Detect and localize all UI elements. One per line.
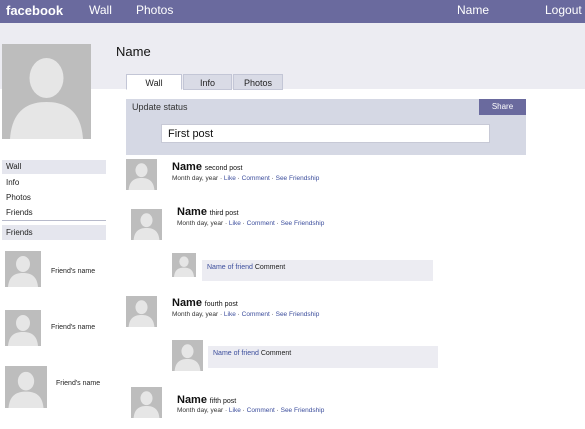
post-author-name[interactable]: Name [172,297,202,309]
friend-name-link[interactable]: Friend's name [56,380,100,387]
post-meta: Month day, year · Like · Comment · See F… [172,311,320,318]
post-meta: Month day, year · Like · Comment · See F… [172,175,320,182]
comment-text: Name of friend Comment [207,264,285,271]
post-author-avatar[interactable] [131,387,162,418]
nav-photos-link[interactable]: Photos [136,3,173,17]
post-title: second post [204,165,243,172]
friend-name-link[interactable]: Friend's name [51,324,95,331]
post-heading: Name third post [177,206,239,218]
share-button[interactable]: Share [479,99,526,115]
person-silhouette-icon [2,44,91,139]
commenter-name-link[interactable]: Name of friend [213,350,259,357]
post-author-avatar[interactable] [126,296,157,327]
post-author-avatar[interactable] [131,209,162,240]
person-silhouette-icon [172,253,196,277]
like-link[interactable]: Like [224,311,236,318]
tab-wall[interactable]: Wall [126,74,182,90]
post-author-name[interactable]: Name [172,161,202,173]
post-title: third post [209,210,239,217]
comment-body: Comment [254,264,286,271]
sidebar-item-info[interactable]: Info [2,176,106,190]
see-friendship-link[interactable]: See Friendship [276,311,320,318]
profile-photo[interactable] [2,44,91,139]
comment-link[interactable]: Comment [247,407,275,414]
person-silhouette-icon [126,159,157,190]
commenter-name-link[interactable]: Name of friend [207,264,253,271]
post-date: Month day, year [172,175,219,182]
friend-avatar[interactable] [5,251,41,287]
see-friendship-link[interactable]: See Friendship [281,220,325,227]
post-meta: Month day, year · Like · Comment · See F… [177,220,325,227]
like-link[interactable]: Like [224,175,236,182]
post-title: fourth post [204,301,238,308]
see-friendship-link[interactable]: See Friendship [276,175,320,182]
comment-link[interactable]: Comment [247,220,275,227]
person-silhouette-icon [131,387,162,418]
profile-name: Name [116,44,151,59]
sidebar-item-friends[interactable]: Friends [2,206,106,220]
post-author-name[interactable]: Name [177,206,207,218]
person-silhouette-icon [172,340,203,371]
sidebar-divider [2,220,106,221]
like-link[interactable]: Like [229,407,241,414]
friend-name-link[interactable]: Friend's name [51,268,95,275]
friend-avatar[interactable] [5,366,47,408]
comment-body: Comment [260,350,292,357]
person-silhouette-icon [126,296,157,327]
comment-link[interactable]: Comment [242,311,270,318]
friends-section-header: Friends [2,225,106,240]
person-silhouette-icon [131,209,162,240]
post-heading: Name fourth post [172,297,238,309]
status-input[interactable] [161,124,490,143]
commenter-avatar[interactable] [172,340,203,371]
post-date: Month day, year [177,220,224,227]
sidebar-item-wall[interactable]: Wall [2,160,106,174]
nav-profile-name-link[interactable]: Name [457,3,489,17]
status-label: Update status [132,102,188,112]
like-link[interactable]: Like [229,220,241,227]
post-author-avatar[interactable] [126,159,157,190]
sidebar-item-photos[interactable]: Photos [2,191,106,205]
facebook-logo[interactable]: facebook [6,3,63,18]
commenter-avatar[interactable] [172,253,196,277]
post-title: fifth post [209,398,237,405]
logout-link[interactable]: Logout [545,3,582,17]
person-silhouette-icon [5,310,41,346]
nav-wall-link[interactable]: Wall [89,3,112,17]
friend-avatar[interactable] [5,310,41,346]
comment-text: Name of friend Comment [213,350,291,357]
comment-link[interactable]: Comment [242,175,270,182]
top-navigation-bar: facebook Wall Photos Name Logout [0,0,585,23]
person-silhouette-icon [5,251,41,287]
post-heading: Name fifth post [177,394,236,406]
post-date: Month day, year [177,407,224,414]
person-silhouette-icon [5,366,47,408]
see-friendship-link[interactable]: See Friendship [281,407,325,414]
post-date: Month day, year [172,311,219,318]
post-author-name[interactable]: Name [177,394,207,406]
tab-photos[interactable]: Photos [233,74,283,90]
tab-info[interactable]: Info [183,74,232,90]
post-heading: Name second post [172,161,243,173]
post-meta: Month day, year · Like · Comment · See F… [177,407,325,414]
